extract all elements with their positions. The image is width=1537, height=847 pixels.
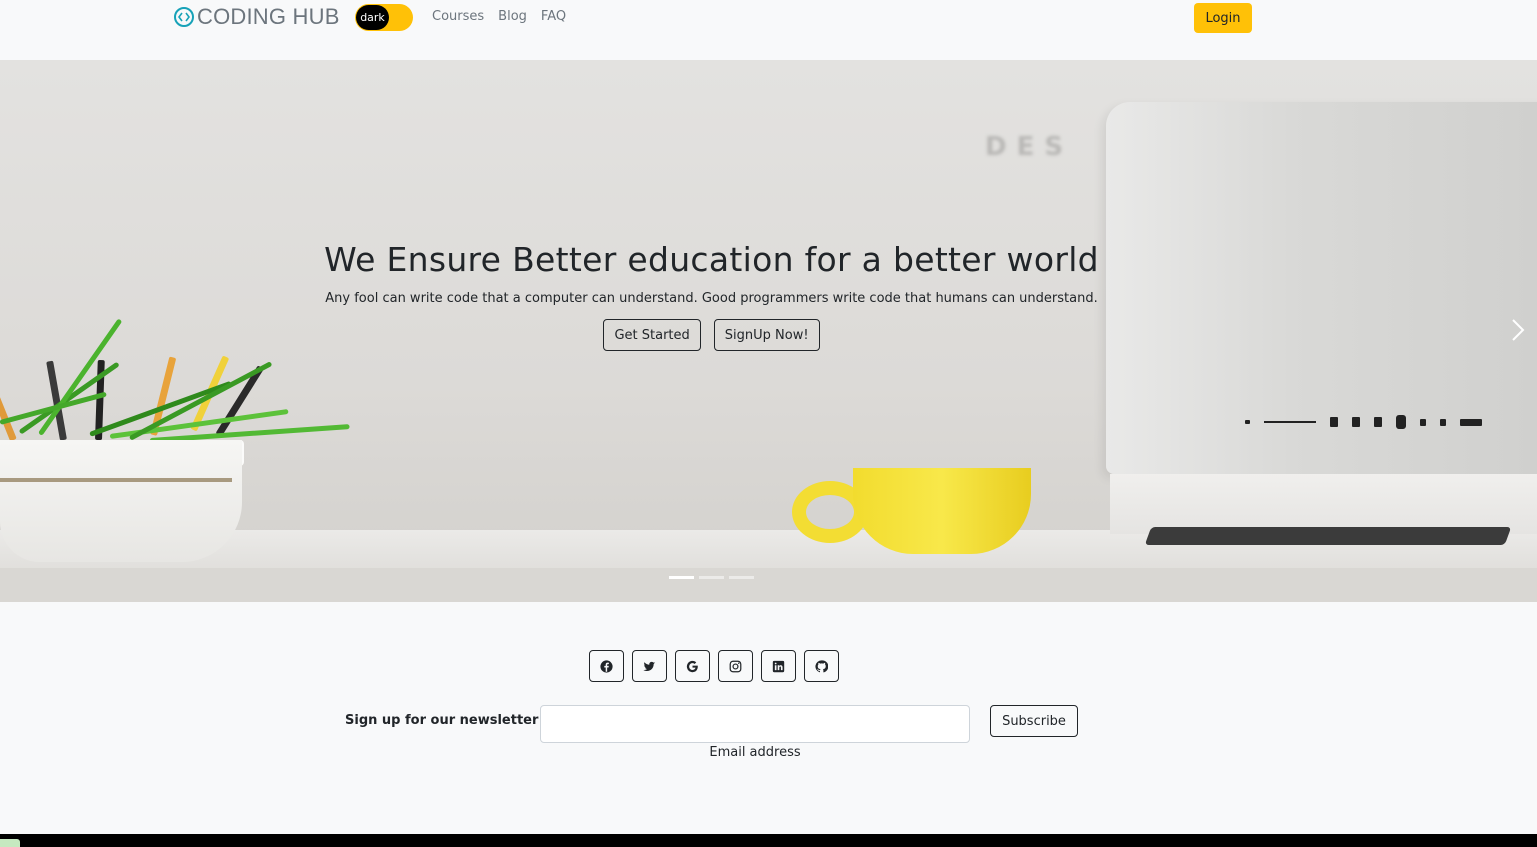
carousel-indicators: [669, 576, 754, 579]
leaf: [18, 361, 120, 435]
carousel-indicator[interactable]: [729, 576, 754, 579]
hero-title: We Ensure Better education for a better …: [324, 240, 1099, 279]
get-started-button[interactable]: Get Started: [603, 319, 701, 351]
monitor-ports: [1245, 415, 1482, 429]
hero-subtitle: Any fool can write code that a computer …: [325, 291, 1098, 306]
port: [1420, 418, 1426, 426]
instagram-icon: [729, 660, 742, 672]
linkedin-icon: [772, 660, 785, 672]
bottom-bar: [0, 834, 1537, 847]
port: [1460, 418, 1482, 426]
port: [1374, 417, 1382, 427]
footer: Sign up for our newsletter Email address…: [0, 627, 1537, 834]
nav-link-faq[interactable]: FAQ: [541, 9, 566, 24]
hero-caption: We Ensure Better education for a better …: [0, 240, 1423, 351]
port: [1245, 420, 1250, 424]
login-button[interactable]: Login: [1194, 3, 1252, 33]
email-help-text: Email address: [709, 745, 801, 760]
linkedin-button[interactable]: [761, 650, 796, 682]
hero-carousel: DES We Ensure Better education for a bet…: [0, 60, 1537, 602]
plant-pot: [0, 440, 242, 562]
nav-links: Courses Blog FAQ: [432, 9, 566, 24]
twitter-icon: [643, 661, 656, 671]
github-icon: [815, 659, 828, 672]
navbar: CODING HUB dark Courses Blog FAQ Login: [0, 0, 1537, 60]
nav-link-blog[interactable]: Blog: [498, 9, 527, 24]
carousel-indicator[interactable]: [699, 576, 724, 579]
email-input[interactable]: [540, 705, 970, 743]
newsletter-label: Sign up for our newsletter: [345, 713, 539, 728]
keyboard: [1144, 527, 1512, 545]
instagram-button[interactable]: [718, 650, 753, 682]
wall-lettering: DES: [985, 132, 1074, 162]
leaf: [128, 361, 273, 441]
facebook-icon: [600, 659, 613, 673]
carousel-indicator[interactable]: [669, 576, 694, 579]
chevron-right-icon[interactable]: [1505, 312, 1529, 348]
subscribe-button[interactable]: Subscribe: [990, 705, 1078, 737]
port: [1264, 421, 1316, 423]
google-icon: [686, 660, 698, 672]
google-button[interactable]: [675, 650, 710, 682]
monitor-stand: [1110, 474, 1537, 534]
nav-link-courses[interactable]: Courses: [432, 9, 484, 24]
port: [1352, 417, 1360, 427]
github-button[interactable]: [804, 650, 839, 682]
hero-buttons: Get Started SignUp Now!: [0, 319, 1423, 351]
desk-edge: [0, 568, 1537, 602]
brand-logo-icon: [174, 7, 194, 27]
port: [1330, 417, 1338, 427]
brand-name: CODING HUB: [197, 4, 340, 29]
pot-string: [0, 478, 232, 482]
pencil: [0, 364, 17, 442]
yellow-mug: [853, 468, 1031, 554]
twitter-button[interactable]: [632, 650, 667, 682]
port: [1396, 415, 1406, 429]
port: [1440, 418, 1446, 426]
signup-button[interactable]: SignUp Now!: [713, 319, 820, 351]
theme-toggle[interactable]: dark: [355, 4, 413, 31]
bottom-chip: [0, 839, 20, 847]
theme-toggle-label: dark: [356, 5, 389, 30]
brand[interactable]: CODING HUB: [173, 4, 340, 30]
social-links: [589, 650, 839, 682]
facebook-button[interactable]: [589, 650, 624, 682]
